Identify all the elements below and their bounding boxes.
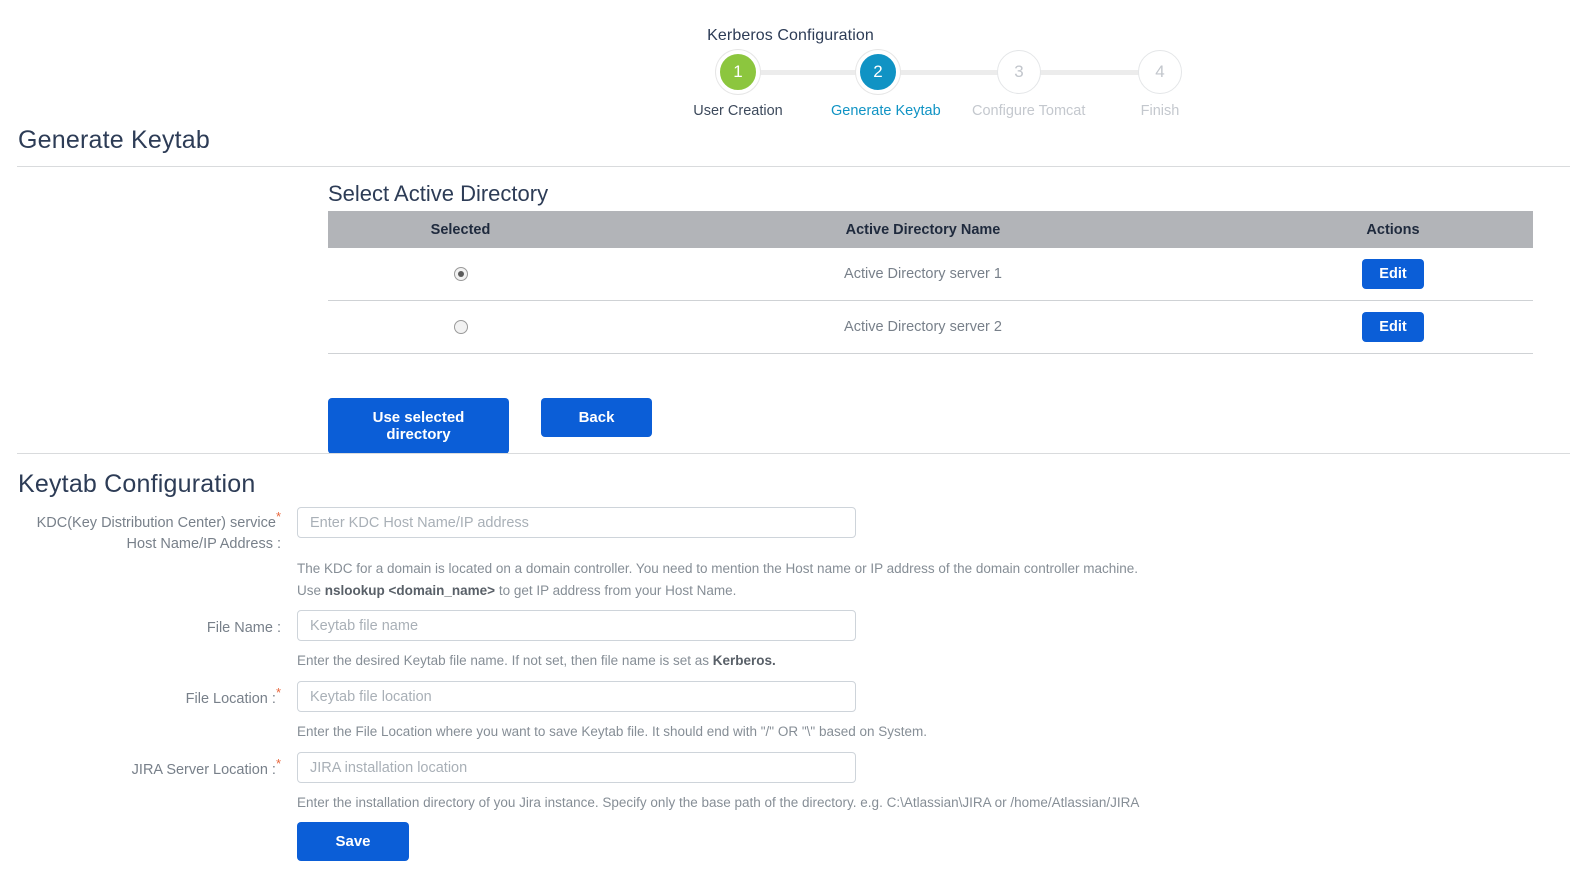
table-row: Active Directory server 2 Edit (328, 300, 1533, 354)
kdc-help-line2: Use nslookup <domain_name> to get IP add… (297, 580, 1138, 602)
column-header-selected: Selected (328, 211, 593, 248)
step-bullet-2: 2 (856, 50, 900, 94)
step-label-2: Generate Keytab (831, 103, 941, 119)
active-directory-table: Selected Active Directory Name Actions A… (328, 211, 1533, 354)
page-title: Generate Keytab (18, 126, 211, 154)
required-asterisk-jira: * (275, 756, 281, 772)
jira-help-text: Enter the installation directory of you … (297, 795, 1140, 810)
edit-directory-button-1[interactable]: Edit (1362, 259, 1424, 289)
edit-directory-button-2[interactable]: Edit (1362, 312, 1424, 342)
cell-directory-name: Active Directory server 1 (593, 248, 1253, 301)
table-row: Active Directory server 1 Edit (328, 248, 1533, 301)
jira-label-text: JIRA Server Location : (131, 762, 276, 778)
cell-actions: Edit (1253, 248, 1533, 301)
step-label-3: Configure Tomcat (972, 103, 1086, 119)
required-asterisk-file-location: * (275, 685, 281, 701)
wizard-step-generate-keytab[interactable]: 2 Generate Keytab (831, 50, 941, 119)
file-location-help-text: Enter the File Location where you want t… (297, 724, 927, 739)
kdc-help-text: The KDC for a domain is located on a dom… (297, 558, 1138, 602)
wizard-steps: 1 User Creation 2 Generate Keytab 3 Conf… (691, 50, 1182, 120)
wizard-step-finish[interactable]: 4 Finish (1113, 50, 1207, 119)
step-label-1: User Creation (693, 103, 783, 119)
column-header-actions: Actions (1253, 211, 1533, 248)
cell-directory-name: Active Directory server 2 (593, 300, 1253, 354)
step-bullet-3: 3 (997, 50, 1041, 94)
step-label-4: Finish (1140, 103, 1180, 119)
file-location-field-label: File Location :* (18, 686, 281, 710)
file-name-input[interactable] (297, 610, 856, 641)
file-location-label-text: File Location : (185, 691, 276, 707)
kdc-host-input[interactable] (297, 507, 856, 538)
kdc-help-pre: Use (297, 583, 325, 598)
kdc-label-line1: KDC(Key Distribution Center) service (36, 515, 276, 531)
save-button[interactable]: Save (297, 822, 409, 861)
wizard-header: Kerberos Configuration 1 User Creation 2… (0, 0, 1581, 126)
file-name-help-pre: Enter the desired Keytab file name. If n… (297, 653, 713, 668)
file-location-input[interactable] (297, 681, 856, 712)
step-bullet-1: 1 (716, 50, 760, 94)
wizard-step-configure-tomcat[interactable]: 3 Configure Tomcat (972, 50, 1086, 119)
kdc-help-line1: The KDC for a domain is located on a dom… (297, 561, 1138, 576)
select-active-directory-title: Select Active Directory (328, 181, 549, 206)
divider-top (17, 166, 1570, 167)
file-name-help-default: Kerberos. (712, 653, 776, 668)
back-button[interactable]: Back (541, 398, 652, 437)
table-header-row: Selected Active Directory Name Actions (328, 211, 1533, 248)
step-bullet-4: 4 (1138, 50, 1182, 94)
cell-actions: Edit (1253, 300, 1533, 354)
kdc-field-label: KDC(Key Distribution Center) service* Ho… (18, 510, 281, 555)
wizard-step-user-creation[interactable]: 1 User Creation (691, 50, 785, 119)
jira-server-location-field-label: JIRA Server Location :* (18, 757, 281, 781)
file-name-help-text: Enter the desired Keytab file name. If n… (297, 650, 776, 672)
divider-middle (17, 453, 1570, 454)
use-selected-directory-button[interactable]: Use selected directory (328, 398, 509, 454)
kdc-help-command: nslookup <domain_name> (324, 583, 496, 598)
directory-radio-1[interactable] (453, 267, 468, 282)
directory-radio-2[interactable] (453, 320, 468, 335)
cell-selected (328, 300, 593, 354)
kdc-label-line2: Host Name/IP Address : (126, 536, 281, 552)
jira-server-location-input[interactable] (297, 752, 856, 783)
kdc-help-post: to get IP address from your Host Name. (495, 583, 737, 598)
wizard-title: Kerberos Configuration (707, 27, 874, 44)
keytab-configuration-title: Keytab Configuration (18, 470, 256, 498)
file-name-field-label: File Name : (206, 620, 281, 636)
cell-selected (328, 248, 593, 301)
required-asterisk-kdc: * (275, 509, 281, 525)
column-header-active-directory-name: Active Directory Name (593, 211, 1253, 248)
